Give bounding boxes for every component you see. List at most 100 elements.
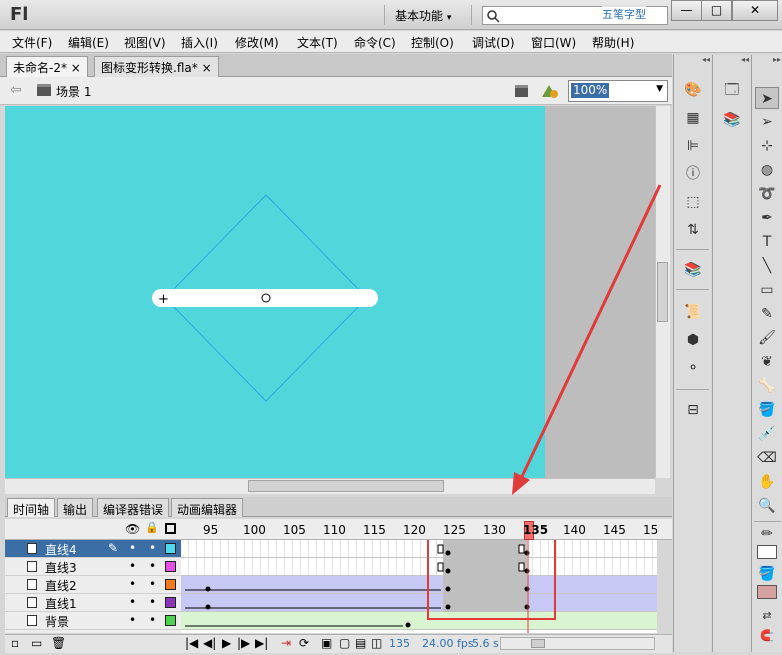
lock-dot[interactable]: •: [149, 613, 156, 627]
rectangle-tool-icon[interactable]: ▭: [755, 279, 779, 301]
menu-help[interactable]: 帮助(H): [592, 34, 634, 51]
go-first-frame-icon[interactable]: |◀: [185, 636, 198, 650]
close-icon[interactable]: ×: [202, 61, 212, 75]
visibility-dot[interactable]: •: [129, 559, 136, 573]
minimize-button[interactable]: —: [671, 0, 702, 21]
actions-script-icon[interactable]: 📜: [681, 301, 705, 323]
menu-text[interactable]: 文本(T): [297, 34, 338, 51]
components-icon[interactable]: ⬢: [681, 329, 705, 351]
zoom-tool-icon[interactable]: 🔍: [755, 495, 779, 517]
menu-control[interactable]: 控制(O): [411, 34, 454, 51]
free-transform-tool-icon[interactable]: ⊹: [755, 135, 779, 157]
motion-presets-icon[interactable]: ⚬: [681, 357, 705, 379]
visibility-dot[interactable]: •: [129, 541, 136, 555]
layer-row[interactable]: 背景 • •: [5, 612, 181, 630]
tab-motion-editor[interactable]: 动画编辑器: [171, 498, 244, 517]
eye-icon[interactable]: 👁: [125, 522, 140, 536]
menu-modify[interactable]: 修改(M): [235, 34, 279, 51]
history-icon[interactable]: ⊟: [681, 399, 705, 421]
menu-file[interactable]: 文件(F): [12, 34, 52, 51]
hand-tool-icon[interactable]: ✋: [755, 471, 779, 493]
stroke-color-icon[interactable]: ✏: [755, 523, 779, 545]
maximize-button[interactable]: □: [701, 0, 732, 21]
edit-multiple-frames-icon[interactable]: ▤: [355, 636, 366, 650]
3d-rotation-tool-icon[interactable]: ◍: [755, 159, 779, 181]
lasso-tool-icon[interactable]: ➰: [755, 183, 779, 205]
layer-row[interactable]: 直线1 • •: [5, 594, 181, 612]
subselection-tool-icon[interactable]: ➢: [755, 111, 779, 133]
visibility-dot[interactable]: •: [129, 613, 136, 627]
snap-to-objects-icon[interactable]: 🧲: [755, 625, 779, 647]
tab-output[interactable]: 输出: [57, 498, 94, 517]
edit-symbols-icon[interactable]: [540, 82, 560, 100]
pen-tool-icon[interactable]: ✒: [755, 207, 779, 229]
color-palette-icon[interactable]: 🎨: [681, 79, 705, 101]
lock-dot[interactable]: •: [149, 577, 156, 591]
layer-row[interactable]: 直线2 • •: [5, 576, 181, 594]
outline-color-swatch[interactable]: [165, 597, 176, 608]
onion-outline-icon[interactable]: ▢: [339, 636, 350, 650]
library-books-icon[interactable]: 📚: [681, 259, 705, 281]
edit-scene-icon[interactable]: [514, 83, 532, 99]
timeline-ruler[interactable]: 👁 🔒 95 100 105 110 115 120 125 130 135 1…: [5, 519, 672, 540]
eraser-tool-icon[interactable]: ⌫: [755, 447, 779, 469]
back-arrow-icon[interactable]: ⇦: [10, 82, 22, 98]
outline-color-swatch[interactable]: [165, 615, 176, 626]
swatches-grid-icon[interactable]: ▦: [681, 107, 705, 129]
close-button[interactable]: ✕: [732, 0, 778, 21]
library-icon[interactable]: 📚: [720, 109, 744, 131]
menu-edit[interactable]: 编辑(E): [68, 34, 109, 51]
tab-icon-morph[interactable]: 图标变形转换.fla* ×: [94, 56, 219, 77]
menu-window[interactable]: 窗口(W): [531, 34, 576, 51]
layer-row[interactable]: 直线4 ✎ • •: [5, 540, 181, 558]
deco-tool-icon[interactable]: ❦: [755, 351, 779, 373]
horizontal-scroll-thumb[interactable]: [248, 480, 444, 492]
collapse-icon[interactable]: ◂◂: [713, 55, 749, 65]
menu-insert[interactable]: 插入(I): [181, 34, 218, 51]
pencil-tool-icon[interactable]: ✎: [755, 303, 779, 325]
tab-compiler-errors[interactable]: 编译器错误: [97, 498, 170, 517]
menu-debug[interactable]: 调试(D): [472, 34, 515, 51]
scene-panel-icon[interactable]: ⇅: [681, 219, 705, 241]
fill-color-swatch[interactable]: [757, 585, 777, 599]
lock-dot[interactable]: •: [149, 559, 156, 573]
layer-row[interactable]: 直线3 • •: [5, 558, 181, 576]
visibility-dot[interactable]: •: [129, 577, 136, 591]
brush-tool-icon[interactable]: 🖌: [755, 327, 779, 349]
lock-dot[interactable]: •: [149, 541, 156, 555]
modify-markers-icon[interactable]: ◫: [371, 636, 382, 650]
bone-tool-icon[interactable]: 🦴: [755, 375, 779, 397]
info-icon[interactable]: ⓘ: [681, 163, 705, 185]
fill-color-icon[interactable]: 🪣: [755, 563, 779, 585]
current-frame-value[interactable]: 135: [389, 637, 410, 650]
align-icon[interactable]: ⊫: [681, 135, 705, 157]
properties-icon[interactable]: 🗔: [720, 79, 744, 101]
new-layer-icon[interactable]: ▫: [11, 636, 19, 650]
swap-colors-icon[interactable]: ⇄: [755, 605, 779, 627]
text-tool-icon[interactable]: T: [755, 231, 779, 253]
paint-bucket-tool-icon[interactable]: 🪣: [755, 399, 779, 421]
eyedropper-tool-icon[interactable]: 💉: [755, 423, 779, 445]
lock-icon[interactable]: 🔒: [145, 521, 159, 534]
lock-dot[interactable]: •: [149, 595, 156, 609]
menu-view[interactable]: 视图(V): [124, 34, 166, 51]
new-folder-icon[interactable]: ▭: [31, 636, 42, 650]
visibility-dot[interactable]: •: [129, 595, 136, 609]
timeline-scroll-thumb[interactable]: [531, 639, 545, 648]
transform-icon[interactable]: ⬚: [681, 191, 705, 213]
play-icon[interactable]: ▶: [222, 636, 231, 650]
outline-color-swatch[interactable]: [165, 543, 176, 554]
go-last-frame-icon[interactable]: ▶|: [255, 636, 268, 650]
frames-grid[interactable]: [181, 540, 657, 633]
center-frame-icon[interactable]: ⇥: [281, 636, 291, 650]
menu-commands[interactable]: 命令(C): [354, 34, 396, 51]
line-tool-icon[interactable]: ╲: [755, 255, 779, 277]
stroke-color-swatch[interactable]: [757, 545, 777, 559]
loop-icon[interactable]: ⟳: [299, 636, 309, 650]
tab-timeline[interactable]: 时间轴: [7, 498, 56, 517]
outline-color-swatch[interactable]: [165, 579, 176, 590]
collapse-icon[interactable]: ◂◂: [674, 55, 710, 65]
expand-icon[interactable]: ▸▸: [752, 55, 781, 65]
outline-color-swatch[interactable]: [165, 561, 176, 572]
fps-value[interactable]: 24.00 fps: [422, 637, 474, 650]
